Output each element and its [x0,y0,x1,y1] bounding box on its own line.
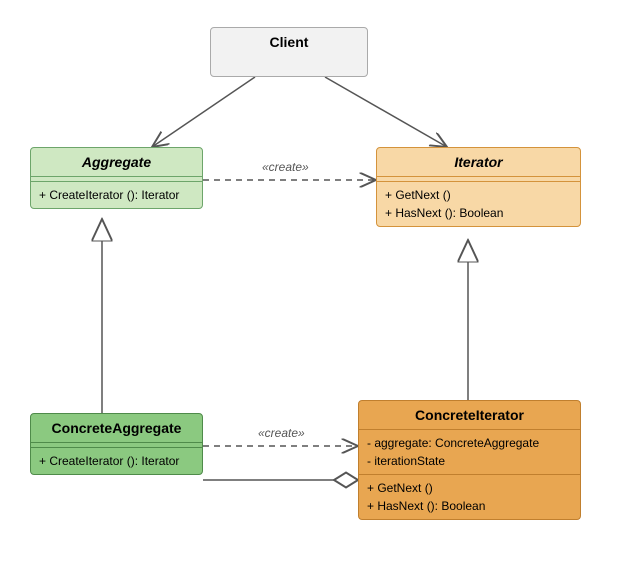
class-aggregate-ops: + CreateIterator (): Iterator [31,181,202,208]
class-concrete-aggregate-title: ConcreteAggregate [31,414,202,442]
op: + CreateIterator (): Iterator [39,452,194,470]
class-concrete-iterator-title: ConcreteIterator [359,401,580,429]
class-concrete-aggregate: ConcreteAggregate + CreateIterator (): I… [30,413,203,475]
class-concrete-aggregate-ops: + CreateIterator (): Iterator [31,447,202,474]
op: + HasNext (): Boolean [385,204,572,222]
attr: - iterationState [367,452,572,470]
class-iterator: Iterator + GetNext () + HasNext (): Bool… [376,147,581,227]
assoc-client-aggregate [152,77,255,147]
op: + HasNext (): Boolean [367,497,572,515]
class-iterator-ops: + GetNext () + HasNext (): Boolean [377,181,580,226]
uml-diagram: Client Aggregate + CreateIterator (): It… [0,0,617,582]
class-client-title: Client [211,28,367,56]
label-create-agg-iter: «create» [262,160,309,174]
op: + GetNext () [385,186,572,204]
class-concrete-iterator-attrs: - aggregate: ConcreteAggregate - iterati… [359,429,580,474]
op: + GetNext () [367,479,572,497]
class-iterator-title: Iterator [377,148,580,176]
class-client: Client [210,27,368,77]
assoc-client-iterator [325,77,447,147]
class-aggregate: Aggregate + CreateIterator (): Iterator [30,147,203,209]
class-concrete-iterator: ConcreteIterator - aggregate: ConcreteAg… [358,400,581,520]
label-create-concagg-conciter: «create» [258,426,305,440]
attr: - aggregate: ConcreteAggregate [367,434,572,452]
class-concrete-iterator-ops: + GetNext () + HasNext (): Boolean [359,474,580,519]
op: + CreateIterator (): Iterator [39,186,194,204]
class-aggregate-title: Aggregate [31,148,202,176]
